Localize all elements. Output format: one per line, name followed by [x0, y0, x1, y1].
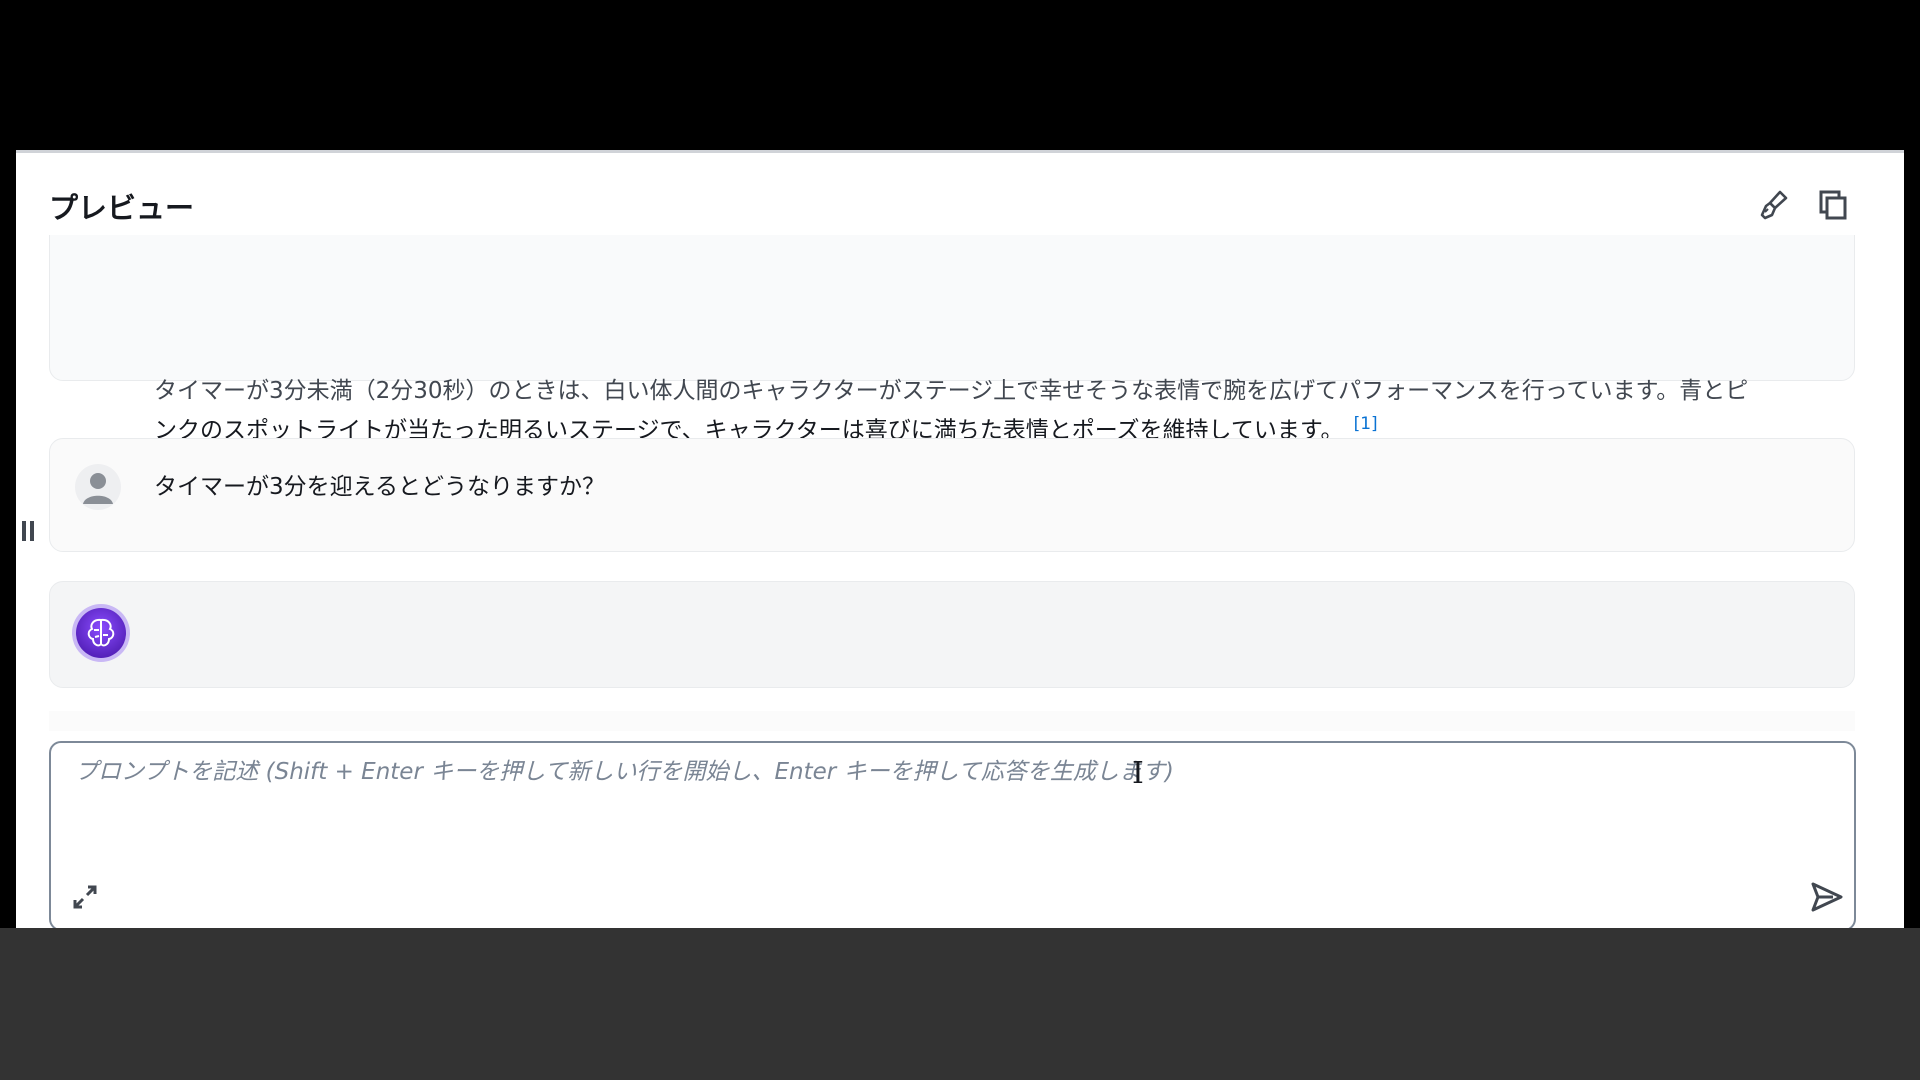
preview-panel: タイマーが3分未満（2分30秒）のときは、白い体人間のキャラクターがステージ上で… [16, 150, 1904, 931]
expand-icon[interactable] [69, 881, 101, 913]
pause-icon[interactable] [21, 521, 35, 541]
user-message-text: タイマーが3分を迎えるとどうなりますか？ [154, 474, 605, 500]
send-icon[interactable] [1809, 879, 1845, 915]
screen-bottom-letterbox [0, 928, 1920, 1080]
ai-brain-icon [72, 604, 130, 662]
copy-icon[interactable] [1816, 188, 1850, 222]
prompt-input[interactable] [73, 751, 1777, 793]
ai-response-loading-card [49, 581, 1855, 688]
user-avatar-icon [75, 464, 121, 510]
preview-header: プレビュー [16, 173, 1904, 235]
ai-response-text-line-1: タイマーが3分未満（2分30秒）のときは、白い体人間のキャラクターがステージ上で… [154, 378, 1749, 404]
text-cursor: I [1132, 756, 1144, 791]
citation-link[interactable]: [1] [1354, 414, 1378, 434]
prompt-box [49, 741, 1856, 931]
input-divider [49, 711, 1855, 731]
brush-icon[interactable] [1756, 188, 1790, 222]
page-title: プレビュー [49, 191, 195, 225]
screen-top-letterbox [0, 0, 1920, 150]
